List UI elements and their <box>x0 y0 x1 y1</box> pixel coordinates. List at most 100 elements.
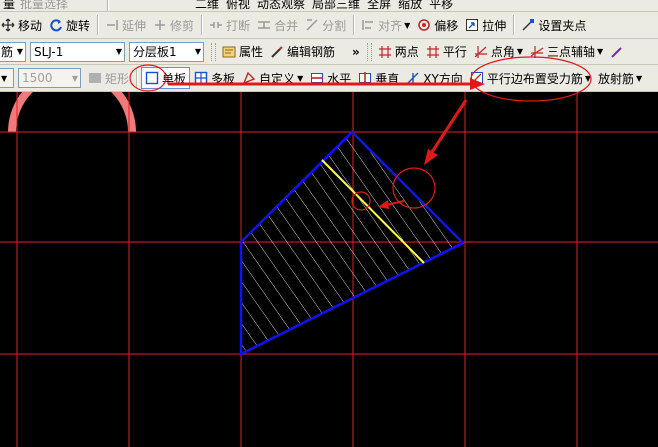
chevron-down-icon: ▼ <box>636 73 643 83</box>
single-slab-icon <box>145 71 159 85</box>
merge-icon <box>257 18 271 32</box>
xy-direction-button[interactable]: XY方向 <box>403 67 466 89</box>
offset-icon <box>417 18 431 32</box>
dynamic-view-button[interactable]: 动态观察 <box>254 0 308 11</box>
break-button[interactable]: 打断 <box>206 14 253 36</box>
drawing-canvas[interactable] <box>0 92 658 447</box>
rectangle-button[interactable]: 矩形 <box>85 67 132 89</box>
rotate-button[interactable]: 旋转 <box>46 14 93 36</box>
point-angle-dropdown[interactable]: 点角 ▼ <box>471 41 526 63</box>
three-point-axis-dropdown[interactable]: 三点辅轴 ▼ <box>527 41 606 63</box>
extend-icon <box>105 18 119 32</box>
edit-rebar-button[interactable]: 编辑钢筋 <box>267 41 338 63</box>
pen-icon <box>610 45 624 59</box>
parallel-edge-rebar-icon <box>470 71 484 85</box>
extend-label: 延伸 <box>122 18 147 33</box>
xy-direction-icon <box>406 71 420 85</box>
vertical-button[interactable]: 垂直 <box>355 67 402 89</box>
chevron-down-icon: ▼ <box>516 47 523 56</box>
vertical-label: 垂直 <box>375 71 400 86</box>
merge-label: 合并 <box>274 18 299 33</box>
break-label: 打断 <box>226 18 251 33</box>
toolbar-edit: 移动 旋转 延伸 修剪 打断 合并 分割 对齐 ▼ 偏移 拉伸 设置夹点 <box>0 12 658 39</box>
top-view-dropdown[interactable]: 俯视 <box>223 0 253 11</box>
category-value: 筋 <box>1 45 14 59</box>
layer-select[interactable]: 分层板1 ▼ <box>129 41 204 62</box>
extend-button[interactable]: 延伸 <box>102 14 149 36</box>
single-slab-label: 单板 <box>162 71 187 86</box>
trim-icon <box>153 18 167 32</box>
radial-rebar-dropdown[interactable]: 放射筋 ▼ <box>595 67 645 89</box>
2d-view-dropdown[interactable]: 二维 <box>192 0 222 11</box>
toolbar1-label: 量 <box>3 0 16 11</box>
local-3d-button[interactable]: 局部三维 <box>309 0 363 11</box>
toolbar1-label: 平移 <box>429 0 454 11</box>
toolbar1-item-0[interactable]: 量 <box>0 0 16 11</box>
move-label: 移动 <box>18 18 43 33</box>
split-button[interactable]: 分割 <box>302 14 349 36</box>
toolbar1-label: 缩放 <box>398 0 423 11</box>
element-select[interactable]: SLJ-1 ▼ <box>30 41 125 62</box>
point-angle-icon <box>474 45 488 59</box>
fullscreen-button[interactable]: 全屏 <box>364 0 394 11</box>
toolbar1-label: 二维 <box>195 0 220 11</box>
merge-button[interactable]: 合并 <box>254 14 301 36</box>
auxiliary-pen-button[interactable] <box>607 41 630 63</box>
multi-slab-label: 多板 <box>211 71 236 86</box>
align-icon <box>361 18 375 32</box>
layer-value: 分层板1 <box>133 45 177 59</box>
three-point-axis-icon <box>530 45 544 59</box>
parallel-icon <box>426 45 440 59</box>
parallel-button[interactable]: 平行 <box>423 41 470 63</box>
pan-button[interactable]: 平移 <box>426 0 456 11</box>
toolbar-grip[interactable] <box>211 42 216 61</box>
parallel-edge-rebar-dropdown[interactable]: 平行边布置受力筋 ▼ <box>467 67 594 89</box>
separator <box>136 68 139 88</box>
move-button[interactable]: 移动 <box>0 14 45 36</box>
chevron-down-icon: ▼ <box>584 73 591 83</box>
single-slab-button[interactable]: 单板 <box>141 67 191 89</box>
edit-rebar-label: 编辑钢筋 <box>287 45 336 59</box>
two-points-button[interactable]: 两点 <box>375 41 422 63</box>
chevron-down-icon: ▼ <box>1 73 8 83</box>
multi-slab-icon <box>194 71 208 85</box>
parallel-label: 平行 <box>442 45 467 59</box>
parallel-edge-rebar-label: 平行边布置受力筋 <box>486 71 583 86</box>
toolbar-grip[interactable] <box>366 42 372 61</box>
stretch-icon <box>465 18 479 32</box>
custom-dropdown[interactable]: 自定义 ▼ <box>239 67 306 89</box>
batch-select-button[interactable]: 批量选择 <box>17 0 103 11</box>
offset-button[interactable]: 偏移 <box>414 14 461 36</box>
more-button[interactable]: » <box>349 41 363 63</box>
more-label: » <box>352 44 360 59</box>
separator <box>107 0 109 11</box>
toolbar1-label: 俯视 <box>226 0 251 11</box>
two-points-icon <box>378 45 392 59</box>
category-select[interactable]: 筋 ▼ <box>0 41 26 62</box>
horizontal-button[interactable]: 水平 <box>307 67 354 89</box>
zoom-button[interactable]: 缩放 <box>395 0 425 11</box>
edit-rebar-icon <box>270 45 284 59</box>
rectangle-icon <box>88 71 102 85</box>
separator <box>353 15 356 35</box>
trim-button[interactable]: 修剪 <box>150 14 197 36</box>
custom-icon <box>242 71 256 85</box>
element-value: SLJ-1 <box>34 44 64 59</box>
separator <box>97 15 100 35</box>
chevron-down-icon: ▼ <box>597 47 604 56</box>
set-grip-button[interactable]: 设置夹点 <box>518 14 589 36</box>
toolbar1-label: 动态观察 <box>257 0 306 11</box>
chevron-down-icon: ▼ <box>16 47 23 56</box>
grip-icon <box>521 18 535 32</box>
left-select[interactable]: ▼ <box>0 68 14 88</box>
rotate-label: 旋转 <box>66 18 91 33</box>
chevron-down-icon: ▼ <box>297 73 304 83</box>
properties-button[interactable]: 属性 <box>219 41 266 63</box>
vertical-icon <box>358 71 372 85</box>
stretch-button[interactable]: 拉伸 <box>462 14 509 36</box>
length-select[interactable]: 1500 ▼ <box>18 68 81 88</box>
multi-slab-button[interactable]: 多板 <box>191 67 238 89</box>
chevron-down-icon: ▼ <box>194 47 201 56</box>
align-dropdown[interactable]: 对齐 ▼ <box>358 14 413 36</box>
set-grip-label: 设置夹点 <box>538 18 587 33</box>
